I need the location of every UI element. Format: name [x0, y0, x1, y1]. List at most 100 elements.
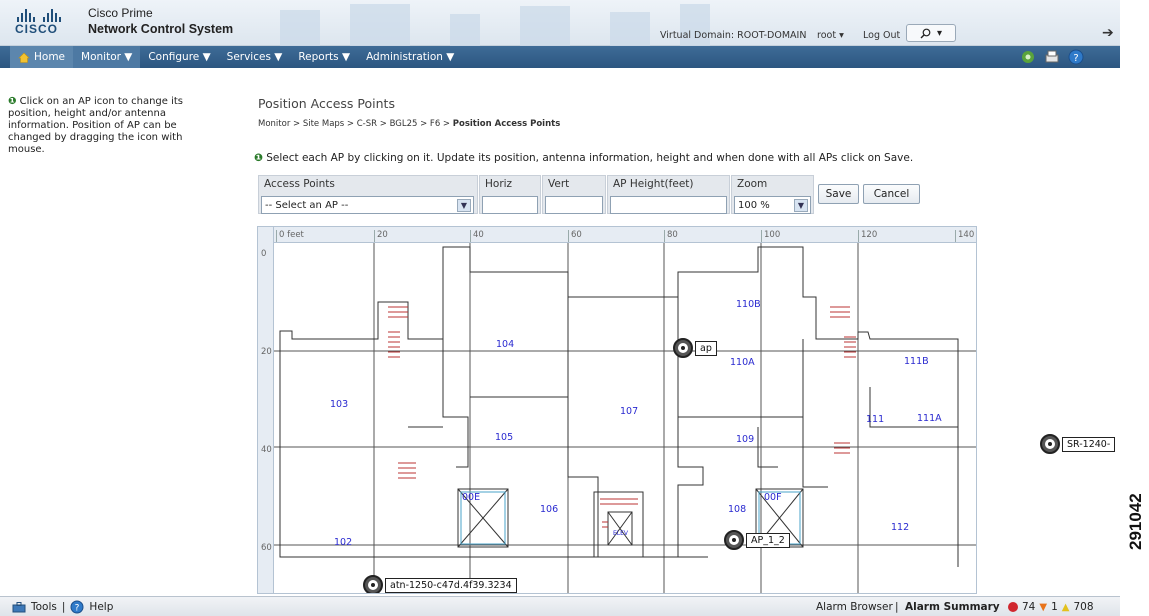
chevron-down-icon[interactable]: ▼ [794, 199, 808, 212]
ruler-tick: 60 [261, 543, 272, 553]
ruler-tick: 40 [470, 230, 484, 242]
alarm-browser-link[interactable]: Alarm Browser [816, 601, 893, 613]
svg-text:?: ? [1073, 53, 1078, 64]
nav-services[interactable]: Services ▼ [219, 46, 291, 68]
header-bar: CISCO Cisco Prime Network Control System… [0, 0, 1120, 46]
room-label: 111 [866, 414, 885, 425]
horiz-cell: Horiz [479, 175, 541, 214]
room-label: 111A [917, 413, 942, 424]
nav-administration[interactable]: Administration ▼ [358, 46, 462, 68]
help-icon[interactable]: ? [1068, 49, 1084, 65]
access-point-icon[interactable] [724, 530, 744, 550]
room-label: 104 [496, 339, 515, 350]
access-point[interactable]: SR-1240- [1040, 434, 1116, 454]
room-label: 103 [330, 399, 349, 410]
help-link[interactable]: Help [89, 601, 113, 613]
ruler-vertical: 0 20 40 60 [258, 227, 274, 593]
home-icon [18, 52, 30, 63]
ruler-tick: 60 [568, 230, 582, 242]
floor-map[interactable]: 0 feet 20 40 60 80 100 120 140 0 20 40 6… [257, 226, 977, 594]
help-icon: ? [70, 600, 84, 614]
ruler-tick: 0 [261, 249, 267, 259]
room-label: 00E [462, 492, 481, 503]
room-label: 102 [334, 537, 353, 548]
ruler-horizontal: 0 feet 20 40 60 80 100 120 140 [258, 227, 976, 243]
room-label: 00F [764, 492, 782, 503]
room-label: 112 [891, 522, 910, 533]
info-icon: ❶ [8, 96, 17, 107]
nav-reports[interactable]: Reports ▼ [290, 46, 358, 68]
breadcrumb-current: Position Access Points [452, 119, 561, 129]
access-point-icon[interactable] [1040, 434, 1060, 454]
ruler-tick: 140 [955, 230, 974, 242]
major-count[interactable]: 1 [1051, 601, 1058, 613]
search-input[interactable] [960, 24, 1110, 42]
left-help-text: Click on an AP icon to change its positi… [8, 96, 184, 155]
horiz-input[interactable] [482, 196, 538, 214]
vert-label: Vert [548, 178, 570, 190]
room-label: 110B [736, 299, 761, 310]
vert-input[interactable] [545, 196, 603, 214]
breadcrumb-path[interactable]: Monitor > Site Maps > C-SR > BGL25 > F6 … [258, 119, 453, 129]
nav-home[interactable]: Home [10, 46, 74, 68]
vert-cell: Vert [542, 175, 606, 214]
nav-monitor[interactable]: Monitor ▼ [73, 46, 141, 68]
room-label: 111B [904, 356, 929, 367]
access-point[interactable]: ap [673, 338, 717, 358]
minor-count[interactable]: 708 [1073, 601, 1093, 613]
footer-bar: Tools | ? Help Alarm Browser | Alarm Sum… [0, 596, 1120, 616]
ruler-tick: 40 [261, 445, 272, 455]
system-name: Network Control System [88, 22, 234, 36]
settings-icon[interactable] [1020, 49, 1036, 65]
critical-count[interactable]: 74 [1022, 601, 1035, 613]
ap-height-label: AP Height(feet) [613, 178, 694, 190]
footer-separator: | [895, 601, 899, 613]
ruler-tick: 100 [761, 230, 780, 242]
ap-height-input[interactable] [610, 196, 727, 214]
breadcrumb: Monitor > Site Maps > C-SR > BGL25 > F6 … [258, 119, 560, 129]
horiz-label: Horiz [485, 178, 513, 190]
arrow-right-icon[interactable]: ➔ [1102, 25, 1114, 41]
instructions-text: Select each AP by clicking on it. Update… [266, 152, 914, 164]
access-point-label: atn-1250-c47d.4f39.3234 [385, 577, 517, 593]
nav-configure[interactable]: Configure ▼ [140, 46, 218, 68]
left-help-panel: ❶ Click on an AP icon to change its posi… [8, 96, 208, 156]
footer-tools: Tools | ? Help [12, 600, 113, 614]
nav-tools: ? [1020, 49, 1084, 65]
access-point[interactable]: AP_1_2 [724, 530, 790, 550]
ap-select-cell: Access Points -- Select an AP -- ▼ [258, 175, 478, 214]
ap-height-cell: AP Height(feet) [607, 175, 730, 214]
chevron-down-icon: ▾ [936, 27, 943, 39]
access-point[interactable]: atn-1250-c47d.4f39.3234 [363, 575, 517, 593]
print-icon[interactable] [1044, 49, 1060, 65]
cisco-logo: CISCO [15, 8, 85, 40]
ruler-tick: 0 feet [276, 230, 304, 242]
main-nav: Home Monitor ▼ Configure ▼ Services ▼ Re… [0, 46, 1120, 68]
access-point-icon[interactable] [673, 338, 693, 358]
zoom-cell: Zoom 100 % ▼ [731, 175, 814, 214]
info-icon: ❶ [254, 152, 263, 164]
cancel-button[interactable]: Cancel [863, 184, 920, 204]
access-point-icon[interactable] [363, 575, 383, 593]
access-point-label: AP_1_2 [746, 532, 790, 548]
user-menu[interactable]: root ▾ [817, 30, 844, 41]
tools-link[interactable]: Tools [31, 601, 57, 613]
access-point-label: SR-1240- [1062, 436, 1116, 452]
zoom-label: Zoom [737, 178, 768, 190]
logout-link[interactable]: Log Out [863, 30, 900, 41]
svg-text:?: ? [75, 604, 80, 614]
room-label: 109 [736, 434, 755, 445]
ap-select[interactable]: -- Select an AP -- ▼ [261, 196, 474, 214]
zoom-select[interactable]: 100 % ▼ [734, 196, 811, 214]
product-name: Cisco Prime [88, 6, 153, 20]
alarm-summary-link[interactable]: Alarm Summary [905, 601, 1000, 613]
search-scope-button[interactable]: ▾ [906, 24, 956, 42]
save-button[interactable]: Save [818, 184, 859, 204]
major-alarm-icon: ▼ [1039, 601, 1048, 613]
floor-plan [274, 243, 976, 593]
alarm-counts: 74 ▼ 1 ▲ 708 [1008, 601, 1094, 613]
room-label: 105 [495, 432, 514, 443]
chevron-down-icon[interactable]: ▼ [457, 199, 471, 212]
ruler-tick: 20 [261, 347, 272, 357]
elevator-label: ELEV [613, 530, 629, 537]
